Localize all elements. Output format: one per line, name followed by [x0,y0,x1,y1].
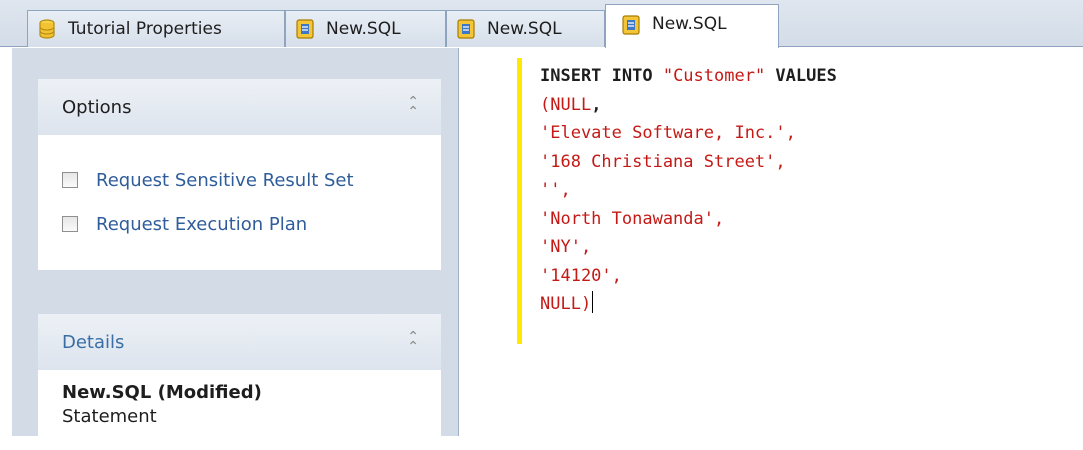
code-line[interactable]: 'Elevate Software, Inc.', [540,119,1070,148]
sql-string: ( [540,94,551,115]
details-title: Details [62,331,125,353]
task-panel: Options ⌃ ⌃ Request Sensitive Result Set … [12,48,459,450]
sql-string: NULL) [540,294,592,314]
sql-keyword: , [591,94,602,115]
collapse-chevron-icon[interactable]: ⌃ ⌃ [407,95,419,119]
checkbox[interactable] [62,172,78,188]
options-title: Options [62,96,132,118]
modified-lines-indicator [517,58,522,344]
sql-string: NULL [550,94,592,115]
tab-label: Tutorial Properties [68,19,222,39]
sql-editor[interactable]: INSERT INTO "Customer" VALUES (NULL, 'Elev… [540,62,1070,319]
options-group-body: Request Sensitive Result Set Request Exe… [38,135,441,270]
tab-new-sql-2[interactable]: New.SQL [446,10,605,47]
sql-string: , [611,265,622,286]
details-document-name: New.SQL (Modified) [62,382,262,403]
collapse-chevron-icon[interactable]: ⌃ ⌃ [407,330,419,354]
sql-string: '14120' [540,265,612,286]
sql-string: 'NY' [540,237,581,257]
code-line[interactable]: INSERT INTO "Customer" VALUES [540,62,1070,91]
code-line[interactable]: '168 Christiana Street', [540,148,1070,177]
sql-string: '168 Christiana Street' [540,151,776,172]
sql-string: , [580,237,592,257]
sql-string: , [785,123,796,143]
sql-string: 'Elevate Software, Inc.' [540,123,786,143]
options-group: Options ⌃ ⌃ Request Sensitive Result Set … [38,79,441,270]
tab-label: New.SQL [487,19,562,39]
text-caret [592,291,594,313]
sql-keyword: INSERT INTO [540,66,663,86]
sql-string: , [560,180,571,200]
sql-file-icon [296,19,314,39]
tab-new-sql-active[interactable]: New.SQL [605,4,779,48]
sql-file-icon [622,15,640,35]
options-group-header[interactable]: Options ⌃ ⌃ [38,79,441,135]
sql-file-icon [457,19,475,39]
sql-keyword: VALUES [765,66,837,86]
details-group-body: New.SQL (Modified) Statement [38,370,441,450]
document-tab-strip: Tutorial Properties New.SQL New.SQL New.… [0,0,1083,48]
database-icon [39,19,55,39]
code-line[interactable]: '14120', [540,262,1070,291]
tab-label: New.SQL [652,14,727,34]
sql-string: '' [540,180,561,200]
code-line[interactable]: 'North Tonawanda', [540,205,1070,234]
tab-tutorial-properties[interactable]: Tutorial Properties [27,10,285,47]
code-line[interactable]: (NULL, [540,91,1070,120]
sql-string: , [714,208,725,229]
option-label[interactable]: Request Execution Plan [96,214,307,235]
tab-new-sql-1[interactable]: New.SQL [285,10,446,47]
sql-string: "Customer" [662,66,766,86]
code-line[interactable]: NULL) [540,290,1070,319]
sql-string: , [775,151,786,172]
code-line[interactable]: 'NY', [540,233,1070,262]
tab-label: New.SQL [326,19,401,39]
sql-string: 'North Tonawanda' [540,208,714,229]
option-request-execution-plan[interactable]: Request Execution Plan [62,202,441,246]
option-request-sensitive-result-set[interactable]: Request Sensitive Result Set [62,158,441,202]
code-line[interactable]: '', [540,176,1070,205]
details-group-header[interactable]: Details ⌃ ⌃ [38,314,441,370]
option-label[interactable]: Request Sensitive Result Set [96,170,354,191]
details-document-type: Statement [62,406,157,427]
checkbox[interactable] [62,216,78,232]
details-group: Details ⌃ ⌃ New.SQL (Modified) Statement [38,314,441,450]
